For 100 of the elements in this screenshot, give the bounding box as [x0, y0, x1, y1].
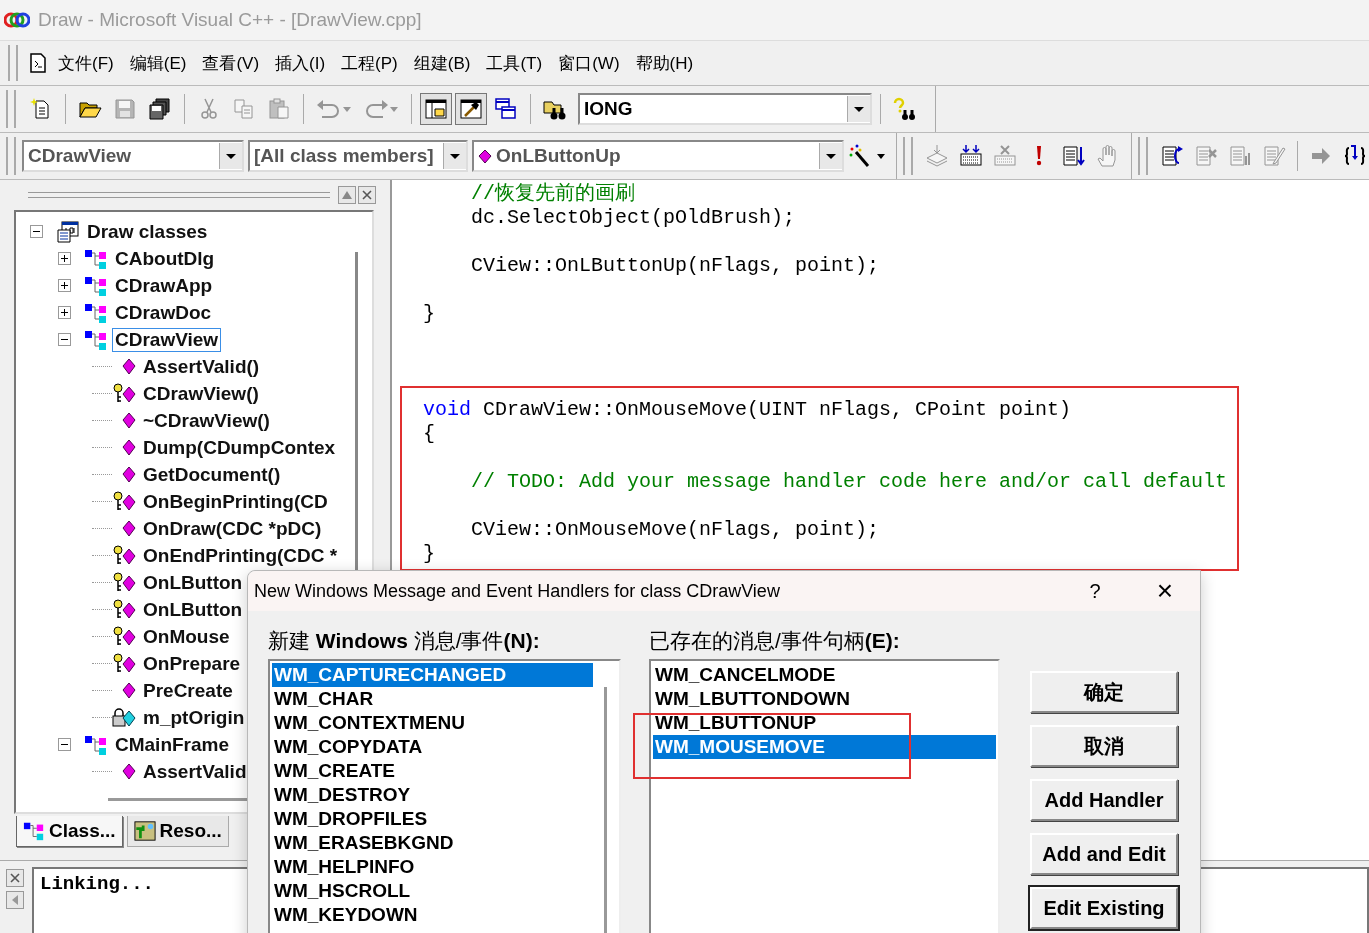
method-icon — [122, 520, 136, 537]
pane-tab[interactable]: Class... — [16, 816, 123, 847]
list-item[interactable]: WM_ERASEBKGND — [272, 831, 593, 855]
expand-icon[interactable] — [58, 279, 71, 292]
collapse-icon[interactable] — [30, 225, 43, 238]
toolbar-grip[interactable] — [1138, 137, 1148, 175]
tree-item[interactable]: ~CDrawView() — [140, 408, 273, 433]
window-panes-icon[interactable] — [420, 93, 452, 125]
tree-item[interactable]: PreCreate — [140, 678, 236, 703]
list-item[interactable]: WM_LBUTTONUP — [653, 711, 996, 735]
list-item[interactable]: WM_CONTEXTMENU — [272, 711, 593, 735]
method-icon — [478, 147, 492, 165]
close-icon[interactable] — [6, 869, 24, 887]
classes-folder-icon — [56, 219, 80, 244]
class-combo[interactable]: CDrawView — [22, 140, 244, 172]
list-item[interactable]: WM_HELPINFO — [272, 855, 593, 879]
expand-icon[interactable] — [58, 306, 71, 319]
pane-tab[interactable]: Reso... — [126, 816, 229, 847]
tree-item[interactable]: OnEndPrinting(CDC * — [140, 543, 341, 568]
code-line: dc.SelectObject(pOldBrush); — [470, 206, 797, 230]
tree-item[interactable]: AssertValid — [140, 759, 250, 784]
method-icon — [122, 439, 136, 456]
list-item[interactable]: WM_KEYDOWN — [272, 903, 593, 927]
menu-item[interactable]: 窗口(W) — [552, 49, 626, 77]
resource-icon — [133, 820, 156, 842]
code-line: void CDrawView::OnMouseMove(UINT nFlags, CPoint point) — [423, 398, 1073, 422]
list-label: 已存在的消息/事件句柄(E): — [649, 628, 901, 654]
toolbar-grip[interactable] — [8, 45, 18, 81]
code-line: CView::OnLButtonUp(nFlags, point); — [470, 254, 880, 278]
list-item[interactable]: WM_DROPFILES — [272, 807, 593, 831]
list-item[interactable]: WM_LBUTTONDOWN — [653, 687, 996, 711]
window-hammer-icon[interactable] — [455, 93, 487, 125]
expand-icon[interactable] — [58, 252, 71, 265]
list-item[interactable]: WM_COPYDATA — [272, 735, 593, 759]
collapse-icon[interactable] — [58, 738, 71, 751]
tree-item[interactable]: OnPrepare — [140, 651, 244, 676]
menu-item[interactable]: 帮助(H) — [629, 49, 700, 77]
close-icon[interactable] — [358, 186, 376, 204]
dialog-button[interactable]: 取消 — [1030, 725, 1178, 767]
document-icon[interactable] — [28, 52, 48, 74]
class-icon — [23, 820, 45, 842]
tree-item[interactable]: CMainFrame — [112, 732, 233, 757]
menu-item[interactable]: 工程(P) — [335, 49, 404, 77]
menu-item[interactable]: 插入(I) — [269, 49, 332, 77]
list-item[interactable]: WM_CAPTURECHANGED — [272, 663, 593, 687]
tree-item[interactable]: GetDocument() — [140, 462, 284, 487]
tree-item[interactable]: OnLButton — [140, 570, 246, 595]
list-item[interactable]: WM_HSCROLL — [272, 879, 593, 903]
tree-item[interactable]: OnBeginPrinting(CD — [140, 489, 331, 514]
dialog-button[interactable]: Edit Existing — [1030, 887, 1178, 929]
toolbar-grip[interactable] — [6, 137, 16, 175]
code-line: // TODO: Add your message handler code here and/or call default — [470, 470, 1228, 494]
code-line: //恢复先前的画刷 — [470, 182, 636, 206]
method-icon — [122, 412, 136, 429]
code-line: { — [423, 422, 436, 446]
lock-member-icon — [112, 705, 136, 730]
list-item[interactable]: WM_CHAR — [272, 687, 593, 711]
toolbar-grip[interactable] — [903, 137, 913, 175]
list-label: 新建 Windows 消息/事件(N): — [268, 628, 541, 654]
code-line: } — [423, 542, 436, 566]
tree-item[interactable]: CDrawView — [112, 327, 222, 352]
list-item[interactable]: WM_DESTROY — [272, 783, 593, 807]
help-button[interactable]: ? — [1060, 571, 1130, 611]
tree-item[interactable]: m_ptOrigin — [140, 705, 248, 730]
filter-combo[interactable]: [All class members] — [248, 140, 468, 172]
maximize-icon[interactable] — [338, 186, 356, 204]
menu-item[interactable]: 组建(B) — [407, 49, 477, 77]
menu-item[interactable]: 文件(F) — [52, 49, 120, 77]
list-item[interactable]: WM_CREATE — [272, 759, 593, 783]
toolbar-grip[interactable] — [6, 90, 16, 128]
find-combo[interactable]: IONG — [578, 93, 872, 125]
tree-item[interactable]: OnMouse — [140, 624, 233, 649]
tree-item[interactable]: OnDraw(CDC *pDC) — [140, 516, 325, 541]
close-button[interactable]: × — [1130, 571, 1200, 611]
tree-item[interactable]: CAboutDlg — [112, 246, 218, 271]
method-icon — [122, 358, 136, 375]
menu-item[interactable]: 编辑(E) — [123, 49, 193, 77]
menu-item[interactable]: 工具(T) — [480, 49, 549, 77]
menu-item[interactable]: 查看(V) — [196, 49, 266, 77]
code-line: } — [423, 302, 436, 326]
dialog-title: New Windows Message and Event Handlers for class CDrawView — [254, 580, 781, 602]
window-title: Draw - Microsoft Visual C++ - [DrawView.cpp] — [38, 9, 422, 31]
dialog-button[interactable]: 确定 — [1030, 671, 1178, 713]
tree-item[interactable]: Draw classes — [84, 219, 211, 244]
collapse-icon[interactable] — [58, 333, 71, 346]
code-line: CView::OnMouseMove(nFlags, point); — [470, 518, 881, 542]
method-icon — [122, 682, 136, 699]
member-combo[interactable]: OnLButtonUp — [472, 140, 844, 172]
dialog-button[interactable]: Add and Edit — [1030, 833, 1178, 875]
tree-item[interactable]: AssertValid() — [140, 354, 263, 379]
tree-item[interactable]: CDrawApp — [112, 273, 216, 298]
tree-item[interactable]: CDrawDoc — [112, 300, 215, 325]
tree-item[interactable]: OnLButton — [140, 597, 246, 622]
tree-item[interactable]: CDrawView() — [140, 381, 262, 406]
list-item[interactable]: WM_CANCELMODE — [653, 663, 996, 687]
tree-item[interactable]: Dump(CDumpContex — [140, 435, 339, 460]
app-logo-icon — [4, 11, 30, 29]
dialog-button[interactable]: Add Handler — [1030, 779, 1178, 821]
list-item[interactable]: WM_MOUSEMOVE — [653, 735, 996, 759]
method-icon — [122, 466, 136, 483]
